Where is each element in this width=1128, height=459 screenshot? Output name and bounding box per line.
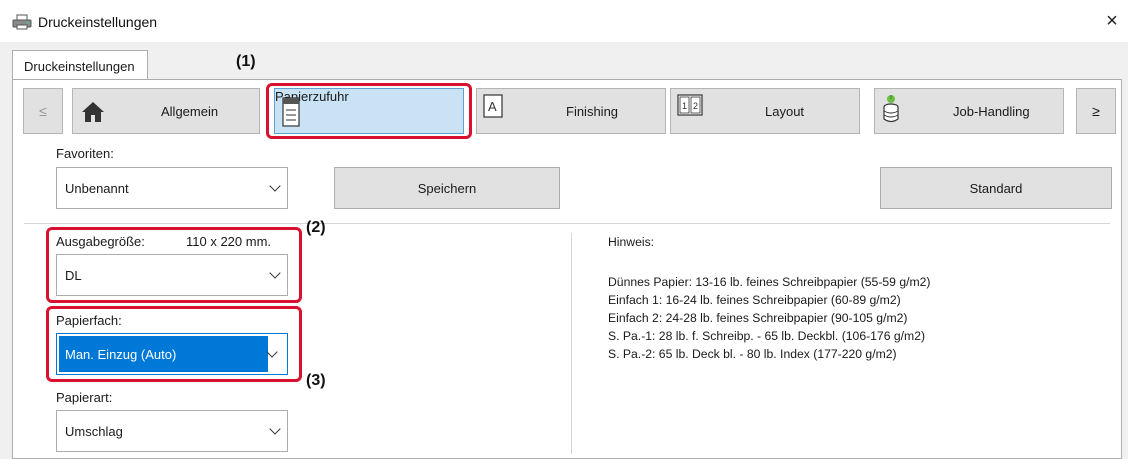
- favorites-label-text: Favoriten:: [56, 146, 114, 161]
- highlight-frame-1: [266, 83, 472, 139]
- highlight-frame-3: [46, 306, 302, 382]
- scroll-left-glyph: ≤: [39, 103, 47, 119]
- callout-2: (2): [306, 219, 326, 236]
- tab-layout-label: Layout: [765, 103, 805, 119]
- tab-allgemein-label: Allgemein: [161, 103, 219, 119]
- save-button[interactable]: Speichern: [334, 167, 560, 209]
- window-title: Druckeinstellungen: [38, 14, 158, 30]
- scroll-right-button[interactable]: ≥: [1076, 88, 1116, 134]
- tab-job-handling[interactable]: Job-Handling: [874, 88, 1064, 134]
- highlight-frame-2: [46, 227, 302, 303]
- layout-icon: 1 2: [677, 94, 703, 116]
- section-divider: [24, 223, 1110, 224]
- scroll-left-button[interactable]: ≤: [23, 88, 63, 134]
- job-handling-icon: [883, 95, 899, 123]
- printer-icon: [12, 14, 32, 30]
- scroll-right-glyph: ≥: [1092, 103, 1100, 119]
- svg-text:2: 2: [693, 101, 698, 111]
- paper-type-label: Papierart:: [56, 390, 113, 405]
- hint-line: S. Pa.-2: 65 lb. Deck bl. - 80 lb. Index…: [608, 347, 897, 361]
- tab-druckeinstellungen[interactable]: Druckeinstellungen: [12, 50, 148, 80]
- hint-line: Dünnes Papier: 13-16 lb. feines Schreibp…: [608, 275, 931, 289]
- paper-type-value: Umschlag: [65, 423, 123, 439]
- tab-layout[interactable]: 1 2 Layout: [670, 88, 860, 134]
- callout-3: (3): [306, 372, 326, 389]
- standard-button[interactable]: Standard: [880, 167, 1112, 209]
- callout-1: (1): [236, 53, 256, 70]
- paper-type-select[interactable]: Umschlag: [56, 410, 288, 452]
- title-bar: [0, 0, 1128, 42]
- chevron-down-icon: [269, 423, 281, 435]
- tab-finishing-label: Finishing: [566, 103, 619, 119]
- favorites-select[interactable]: Unbenannt: [56, 167, 288, 209]
- hint-line: S. Pa.-1: 28 lb. f. Schreibp. - 65 lb. D…: [608, 329, 926, 343]
- favorites-value: Unbenannt: [65, 180, 129, 196]
- column-divider: [571, 233, 572, 454]
- chevron-down-icon: [269, 180, 281, 192]
- svg-text:A: A: [488, 99, 497, 114]
- home-icon: [82, 102, 104, 122]
- tab-job-handling-label: Job-Handling: [953, 103, 1030, 119]
- tab-finishing[interactable]: A Finishing: [476, 88, 666, 134]
- hint-title: Hinweis:: [608, 235, 655, 249]
- close-icon[interactable]: ×: [1100, 10, 1124, 34]
- tab-allgemein[interactable]: Allgemein: [72, 88, 260, 134]
- finishing-icon: A: [483, 94, 503, 118]
- hint-line: Einfach 1: 16-24 lb. feines Schreibpapie…: [608, 293, 901, 307]
- hint-line: Einfach 2: 24-28 lb. feines Schreibpapie…: [608, 311, 908, 325]
- svg-text:1: 1: [682, 101, 687, 111]
- favorites-label: Favoriten:: [56, 146, 114, 161]
- tab-label: Druckeinstellungen: [24, 59, 135, 74]
